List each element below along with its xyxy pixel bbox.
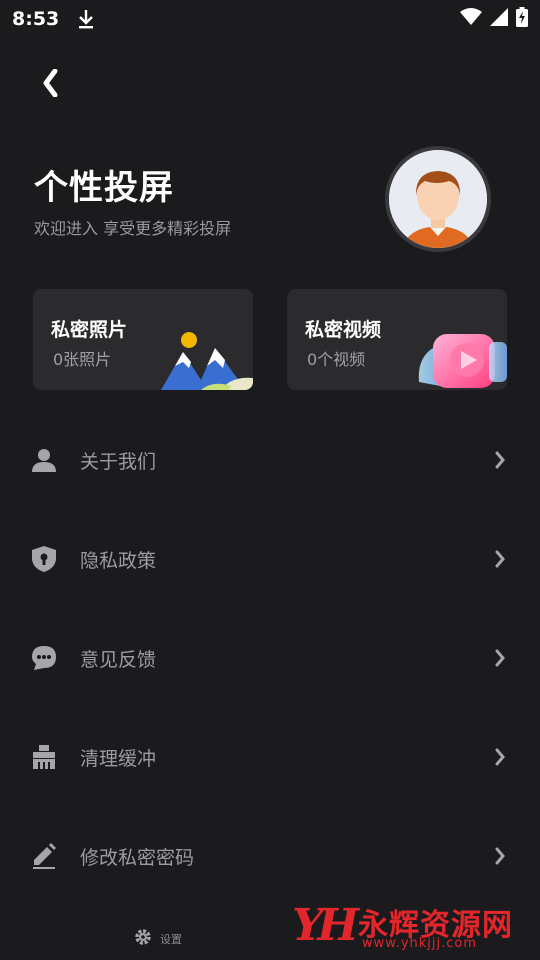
menu-item-feedback[interactable]: 意见反馈: [0, 628, 540, 688]
settings-button[interactable]: 设置: [134, 928, 182, 950]
chevron-right-icon: [492, 647, 508, 669]
menu-item-about[interactable]: 关于我们: [0, 430, 540, 490]
card-title: 私密视频: [305, 319, 382, 341]
private-videos-card[interactable]: 私密视频 0个视频: [287, 289, 507, 390]
menu-label: 清理缓冲: [80, 747, 157, 770]
chevron-right-icon: [492, 746, 508, 768]
card-title: 私密照片: [51, 319, 128, 341]
watermark-url: www.yhkjjj.com: [362, 936, 478, 951]
menu-label: 隐私政策: [80, 549, 157, 572]
settings-label: 设置: [160, 933, 182, 946]
wifi-icon: [460, 8, 482, 30]
status-time: 8:53: [12, 8, 60, 30]
menu-item-privacy[interactable]: 隐私政策: [0, 529, 540, 589]
menu-label: 关于我们: [80, 450, 157, 473]
shield-lock-icon: [30, 545, 58, 573]
avatar-illustration: [389, 150, 487, 248]
chevron-right-icon: [492, 845, 508, 867]
broom-icon: [30, 743, 58, 771]
card-count: 0个视频: [307, 350, 366, 369]
avatar[interactable]: [385, 146, 491, 252]
gear-icon: [134, 928, 152, 950]
watermark-logo: YH: [292, 900, 359, 951]
chevron-right-icon: [492, 449, 508, 471]
private-photos-card[interactable]: 私密照片 0张照片: [33, 289, 253, 390]
watermark: YH 永辉资源网 www.yhkjjj.com: [292, 898, 522, 956]
page-subtitle: 欢迎进入 享受更多精彩投屏: [34, 219, 232, 238]
chevron-right-icon: [492, 548, 508, 570]
signal-icon: [490, 8, 508, 30]
back-arrow-icon: [43, 69, 58, 97]
video-play-illustration: [418, 334, 507, 388]
status-bar: 8:53: [0, 0, 540, 38]
back-button[interactable]: [36, 66, 64, 100]
menu-label: 意见反馈: [80, 648, 157, 671]
card-count: 0张照片: [53, 350, 112, 369]
page-title: 个性投屏: [34, 168, 174, 208]
edit-pencil-icon: [30, 842, 58, 870]
menu-label: 修改私密密码: [80, 846, 195, 869]
person-icon: [30, 446, 58, 474]
menu-item-clear-cache[interactable]: 清理缓冲: [0, 727, 540, 787]
status-icons: [460, 7, 528, 31]
battery-charging-icon: [516, 7, 528, 31]
chat-bubble-icon: [30, 644, 58, 672]
mountain-illustration: [161, 332, 253, 390]
menu-item-change-password[interactable]: 修改私密密码: [0, 826, 540, 886]
download-icon: [77, 9, 95, 29]
